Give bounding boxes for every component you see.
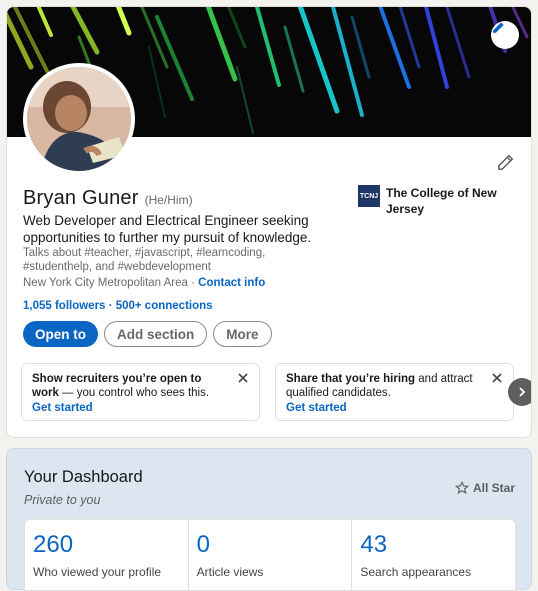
name-row: Bryan Guner (He/Him) <box>23 187 193 210</box>
pronouns: (He/Him) <box>144 193 193 207</box>
dashboard-stats: 260 Who viewed your profile 0 Article vi… <box>24 519 516 591</box>
stat-value: 43 <box>360 531 388 558</box>
school-name: The College of New Jersey <box>386 186 497 216</box>
dashboard-card: Your Dashboard Private to you All Star 2… <box>6 448 532 591</box>
open-to-work-card: Show recruiters you’re open to work — yo… <box>21 363 260 421</box>
all-star-badge[interactable]: All Star <box>455 481 515 495</box>
profile-actions: Open to Add section More <box>23 321 272 347</box>
suggestion-strong-text: Share that you’re hiring <box>286 373 416 385</box>
avatar-photo <box>27 67 131 171</box>
suggestion-text: — you control who sees this. <box>58 387 210 399</box>
profile-card: Bryan Guner (He/Him) Web Developer and E… <box>6 6 532 438</box>
connections-link[interactable]: 500+ connections <box>116 300 213 312</box>
connections-separator: · <box>105 300 116 312</box>
get-started-link[interactable]: Get started <box>32 401 229 415</box>
education-entry[interactable]: TCNJ The College of New Jersey <box>358 185 518 217</box>
location-separator: · <box>187 277 199 289</box>
star-icon <box>455 481 469 495</box>
location-row: New York City Metropolitan Area · Contac… <box>23 277 265 289</box>
stat-label: Article views <box>196 565 264 579</box>
stat-label: Search appearances <box>360 565 472 579</box>
location: New York City Metropolitan Area <box>23 277 188 289</box>
profile-name: Bryan Guner <box>23 187 139 209</box>
stat-label: Who viewed your profile <box>33 565 162 579</box>
add-section-button[interactable]: Add section <box>104 321 208 347</box>
hiring-card: Share that you’re hiring and attract qua… <box>275 363 514 421</box>
all-star-label: All Star <box>473 481 516 495</box>
school-logo: TCNJ <box>358 185 380 207</box>
profile-headline: Web Developer and Electrical Engineer se… <box>23 213 312 245</box>
close-icon[interactable] <box>237 372 249 384</box>
open-to-button[interactable]: Open to <box>23 321 98 347</box>
stat-value: 260 <box>33 531 74 558</box>
profile-views-stat[interactable]: 260 Who viewed your profile <box>25 520 189 590</box>
article-views-stat[interactable]: 0 Article views <box>189 520 353 590</box>
pencil-icon <box>498 154 514 170</box>
pencil-icon <box>493 22 504 33</box>
edit-profile-button[interactable] <box>493 151 517 175</box>
talks-about: Talks about #teacher, #javascript, #lear… <box>23 247 266 273</box>
get-started-link[interactable]: Get started <box>286 401 483 415</box>
edit-banner-button[interactable] <box>491 21 519 49</box>
carousel-next-button[interactable] <box>508 378 531 406</box>
more-button[interactable]: More <box>213 321 272 347</box>
avatar[interactable] <box>23 63 135 175</box>
network-stats: 1,055 followers · 500+ connections <box>23 300 213 312</box>
followers-link[interactable]: 1,055 followers <box>23 300 105 312</box>
close-icon[interactable] <box>491 372 503 384</box>
dashboard-subtitle: Private to you <box>24 493 101 507</box>
search-appearances-stat[interactable]: 43 Search appearances <box>352 520 515 590</box>
stat-value: 0 <box>196 531 211 558</box>
chevron-right-icon <box>519 387 526 397</box>
dashboard-title: Your Dashboard <box>24 468 143 486</box>
contact-info-link[interactable]: Contact info <box>198 277 265 289</box>
